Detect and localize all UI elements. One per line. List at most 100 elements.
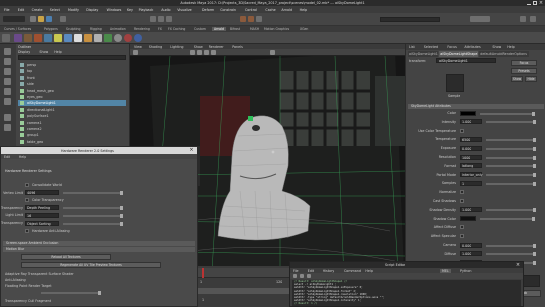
scale-tool-icon[interactable] [4, 98, 11, 105]
se-history[interactable]: // Result: aiSkyDomeLightShape1 //select… [292, 280, 521, 306]
ae-row-slider[interactable] [486, 164, 536, 169]
hw-menu-edit[interactable]: Edit [4, 155, 10, 159]
render-settings-shelf-icon[interactable] [24, 34, 32, 42]
ae-row-slider[interactable] [486, 208, 536, 213]
viewport-menu-view[interactable]: View [134, 45, 142, 49]
gear-icon[interactable] [2, 34, 10, 42]
move-tool-icon[interactable] [4, 78, 11, 85]
transform-name-field[interactable]: aiSkyDomeLight1 [436, 58, 496, 63]
modeling-toolkit-icon[interactable] [520, 16, 526, 22]
minimize-icon[interactable] [527, 1, 531, 5]
hw-row-slider[interactable] [63, 206, 123, 211]
regenerate-uv-previews-button[interactable]: Regenerate All UV Tile Preview Textures [21, 262, 161, 268]
ae-row-slider[interactable] [486, 181, 536, 186]
viewport-menu-renderer[interactable]: Renderer [209, 45, 224, 49]
menu-item-visualize[interactable]: Visualize [177, 8, 192, 12]
shader-ball-icon[interactable] [114, 34, 122, 42]
time-slider[interactable] [198, 268, 289, 278]
ae-row-checkbox[interactable] [460, 128, 464, 133]
lights-icon[interactable] [211, 50, 216, 55]
layout-four-icon[interactable] [4, 124, 11, 131]
outliner-item[interactable]: aiSkyDomeLight1 [18, 100, 126, 107]
outliner-search-input[interactable] [18, 55, 126, 60]
ae-row-field[interactable]: 1.000 [460, 207, 482, 213]
mode-select-icon[interactable] [3, 16, 25, 22]
ae-row-field[interactable]: 0.000 [460, 145, 482, 151]
range-slider[interactable] [198, 288, 289, 294]
menu-item-arnold[interactable]: Arnold [281, 8, 292, 12]
ae-menu-focus[interactable]: Focus [447, 45, 456, 49]
menu-item-display[interactable]: Display [86, 8, 98, 12]
presets-button[interactable]: Presets [511, 68, 537, 74]
ae-row-slider[interactable] [480, 217, 535, 222]
outliner-item[interactable]: directionalLight1 [18, 107, 126, 113]
paint-select-icon[interactable] [4, 68, 11, 75]
lasso-tool-icon[interactable] [4, 58, 11, 65]
hw-row-slider[interactable] [63, 213, 123, 218]
reload-textures-button[interactable]: Reload All Textures [21, 254, 111, 260]
outliner-item[interactable]: side [18, 81, 126, 87]
hw-row-field[interactable]: 4096 [25, 190, 59, 196]
se-menu-help[interactable]: Help [365, 269, 373, 273]
ae-color-swatch[interactable] [460, 110, 476, 116]
wireframe-icon[interactable] [190, 50, 195, 55]
ae-row-field[interactable]: 0.000 [460, 242, 482, 248]
se-menu-command[interactable]: Command [344, 269, 361, 273]
execute-all-icon[interactable] [307, 274, 311, 278]
menu-item-deform[interactable]: Deform [202, 8, 214, 12]
open-scene-icon[interactable] [38, 16, 44, 22]
ae-node-tab[interactable]: aiSkyDomeLightShape1 [439, 51, 479, 57]
menu-item-control[interactable]: Control [245, 8, 257, 12]
se-tab-mel[interactable]: MEL [440, 268, 451, 273]
camera-icon[interactable] [133, 50, 138, 55]
current-frame-field[interactable]: 1 [202, 298, 204, 302]
ae-menu-list[interactable]: List [409, 45, 415, 49]
shader-ball-blue-icon[interactable] [134, 34, 142, 42]
outliner-item[interactable]: group1 [18, 132, 126, 138]
ae-menu-help[interactable]: Help [507, 45, 515, 49]
ae-row-checkbox[interactable] [460, 199, 464, 203]
menu-item-windows[interactable]: Windows [107, 8, 122, 12]
isolate-select-icon[interactable] [270, 50, 275, 55]
shelf-tab-xgen[interactable]: XGen [300, 27, 308, 31]
photometric-light-icon[interactable] [94, 34, 102, 42]
timeline[interactable]: 1 120 1 [198, 266, 289, 307]
ipr-render-icon[interactable] [248, 16, 254, 22]
ae-row-slider[interactable] [486, 146, 536, 151]
outliner-item[interactable]: camera2 [18, 126, 126, 132]
hw-close-icon[interactable]: × [188, 147, 195, 154]
render-settings-icon[interactable] [256, 16, 262, 22]
ssao-section-header[interactable]: Screen-space Ambient Occlusion [3, 241, 195, 246]
shelf-tab-arnold[interactable]: Arnold [212, 27, 227, 31]
shelf-tab-animation[interactable]: Animation [110, 27, 126, 31]
ae-row-checkbox[interactable] [460, 234, 464, 239]
menu-item-file[interactable]: File [4, 8, 10, 12]
ae-menu-show[interactable]: Show [492, 45, 501, 49]
render-icon[interactable] [240, 16, 246, 22]
texture-icon[interactable] [104, 34, 112, 42]
new-scene-icon[interactable] [30, 16, 36, 22]
snap-grid-icon[interactable] [150, 16, 156, 22]
ae-color-swatch[interactable] [460, 216, 476, 222]
hw-slider[interactable] [41, 291, 101, 295]
menu-item-edit[interactable]: Edit [18, 8, 24, 12]
outliner-menu-display[interactable]: Display [18, 50, 30, 54]
shelf-tab-mash[interactable]: MASH [250, 27, 259, 31]
layout-single-icon[interactable] [4, 114, 11, 121]
ae-menu-attributes[interactable]: Attributes [464, 45, 480, 49]
textured-icon[interactable] [204, 50, 209, 55]
menu-item-help[interactable]: Help [300, 8, 308, 12]
menu-item-select[interactable]: Select [50, 8, 60, 12]
hw-row-field[interactable]: Object Sorting [25, 220, 59, 226]
shelf-tab-bifrost[interactable]: Bifrost [230, 27, 240, 31]
ae-node-tab[interactable]: aiSkyDomeLight1 [408, 51, 439, 57]
ae-row-field[interactable]: interior_only [460, 172, 483, 178]
ae-row-field[interactable]: 1.000 [460, 251, 482, 257]
outliner-item[interactable]: front [18, 75, 126, 81]
ae-row-checkbox[interactable] [460, 225, 464, 230]
select-hierarchy-icon[interactable] [60, 16, 66, 22]
input-line-field[interactable] [380, 17, 440, 22]
ae-row-slider[interactable] [486, 155, 536, 160]
viewport-menu-show[interactable]: Show [194, 45, 203, 49]
se-menu-history[interactable]: History [323, 269, 335, 273]
